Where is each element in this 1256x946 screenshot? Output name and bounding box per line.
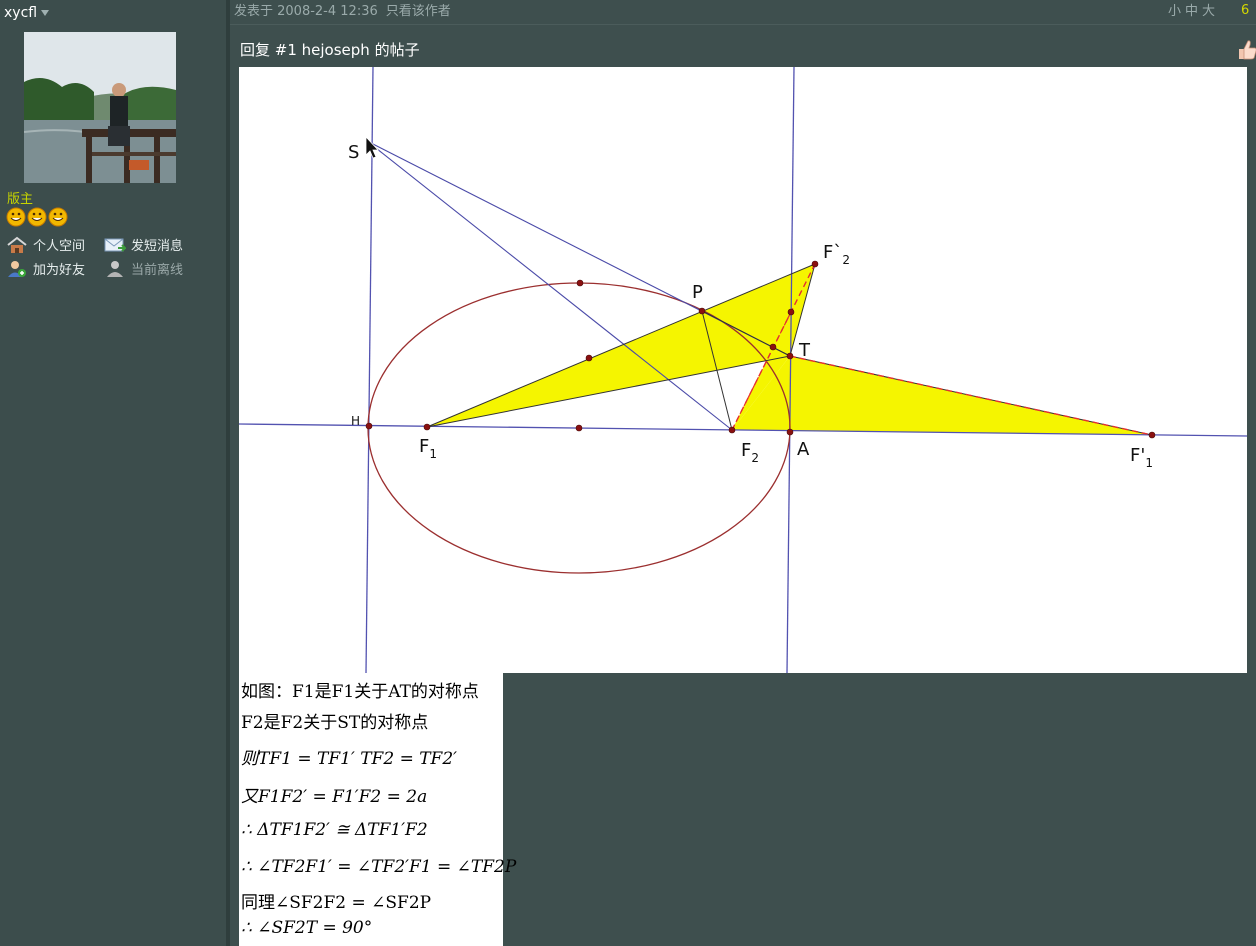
proof-line-8: ∴ ∠SF2T = 90° bbox=[241, 918, 373, 938]
thumbs-up-icon[interactable] bbox=[1236, 37, 1256, 61]
message-icon bbox=[104, 238, 126, 252]
rank-stars bbox=[6, 206, 70, 228]
point-a bbox=[786, 428, 794, 436]
author-name[interactable]: xycfl bbox=[4, 5, 50, 21]
proof-line-4: 又F1F2′ = F1′F2 = 2a bbox=[241, 787, 428, 807]
point-mid-f2prime bbox=[787, 308, 795, 316]
point-t bbox=[786, 352, 794, 360]
author-avatar[interactable] bbox=[24, 32, 176, 183]
label-p: P bbox=[692, 282, 703, 303]
label-f2prime: F`2 bbox=[823, 242, 850, 267]
proof-line-3: 则TF1 = TF1′ TF2 = TF2′ bbox=[241, 749, 458, 769]
label-t: T bbox=[798, 340, 811, 361]
proof-text-image: 如图：F1是F1关于AT的对称点 F2是F2关于ST的对称点 则TF1 = TF… bbox=[239, 673, 516, 946]
font-small-button[interactable]: 小 bbox=[1168, 4, 1185, 19]
proof-line-1: 如图：F1是F1关于AT的对称点 bbox=[241, 682, 479, 702]
author-role: 版主 bbox=[7, 192, 34, 207]
font-medium-button[interactable]: 中 bbox=[1185, 4, 1202, 19]
floor-number: 6 bbox=[1241, 3, 1250, 18]
label-h: H bbox=[351, 414, 360, 428]
geometry-figure: S P T H A F1 F2 F`2 F'1 bbox=[238, 66, 1248, 674]
label-f1: F1 bbox=[419, 436, 437, 461]
point-h bbox=[365, 422, 373, 430]
smiley-icon bbox=[6, 207, 26, 227]
proof-line-7: 同理∠SF2F2 = ∠SF2P bbox=[241, 893, 432, 913]
proof-line-2: F2是F2关于ST的对称点 bbox=[241, 713, 429, 733]
ellipse-diagram: S P T H A F1 F2 F`2 F'1 bbox=[238, 66, 1248, 674]
home-icon bbox=[7, 236, 27, 253]
label-a: A bbox=[797, 439, 810, 460]
point-mid-pt bbox=[769, 343, 777, 351]
point-f1prime bbox=[1148, 431, 1156, 439]
add-friend-icon bbox=[8, 260, 26, 277]
author-sidebar: xycfl 版主 个人空间 发短消息 加为好友 当前离线 bbox=[0, 0, 226, 946]
smiley-icon bbox=[27, 207, 47, 227]
header-divider bbox=[230, 24, 1256, 25]
post-timestamp: 发表于 2008-2-4 12:36 bbox=[234, 4, 378, 19]
point-top bbox=[576, 279, 584, 287]
send-message-link[interactable]: 发短消息 bbox=[104, 235, 183, 254]
offline-icon bbox=[107, 260, 123, 277]
label-f2: F2 bbox=[741, 440, 759, 465]
label-s: S bbox=[348, 142, 359, 163]
font-large-button[interactable]: 大 bbox=[1202, 4, 1219, 19]
vertical-line-h bbox=[365, 66, 374, 674]
only-author-link[interactable]: 只看该作者 bbox=[386, 4, 451, 19]
chevron-down-icon bbox=[41, 10, 50, 16]
personal-space-link[interactable]: 个人空间 bbox=[6, 235, 85, 254]
proof-line-5: ∴ ΔTF1F2′ ≅ ΔTF1′F2 bbox=[241, 820, 428, 840]
point-p bbox=[698, 307, 706, 315]
column-divider bbox=[226, 0, 230, 946]
add-friend-link[interactable]: 加为好友 bbox=[6, 259, 85, 278]
point-f2prime bbox=[811, 260, 819, 268]
post-meta: 发表于 2008-2-4 12:36 只看该作者 bbox=[234, 0, 451, 19]
smiley-icon bbox=[48, 207, 68, 227]
point-f1 bbox=[423, 423, 431, 431]
proof-line-6: ∴ ∠TF2F1′ = ∠TF2′F1 = ∠TF2P bbox=[241, 857, 517, 877]
online-status: 当前离线 bbox=[104, 259, 183, 278]
point-center bbox=[575, 424, 583, 432]
point-f2 bbox=[728, 426, 736, 434]
point-mid-f1p bbox=[585, 354, 593, 362]
triangle-f2-t-f1prime bbox=[732, 356, 1152, 435]
font-size-switcher: 小中大 bbox=[1168, 0, 1219, 19]
post-title: 回复 #1 hejoseph 的帖子 bbox=[240, 41, 420, 59]
label-f1prime: F'1 bbox=[1130, 445, 1153, 470]
